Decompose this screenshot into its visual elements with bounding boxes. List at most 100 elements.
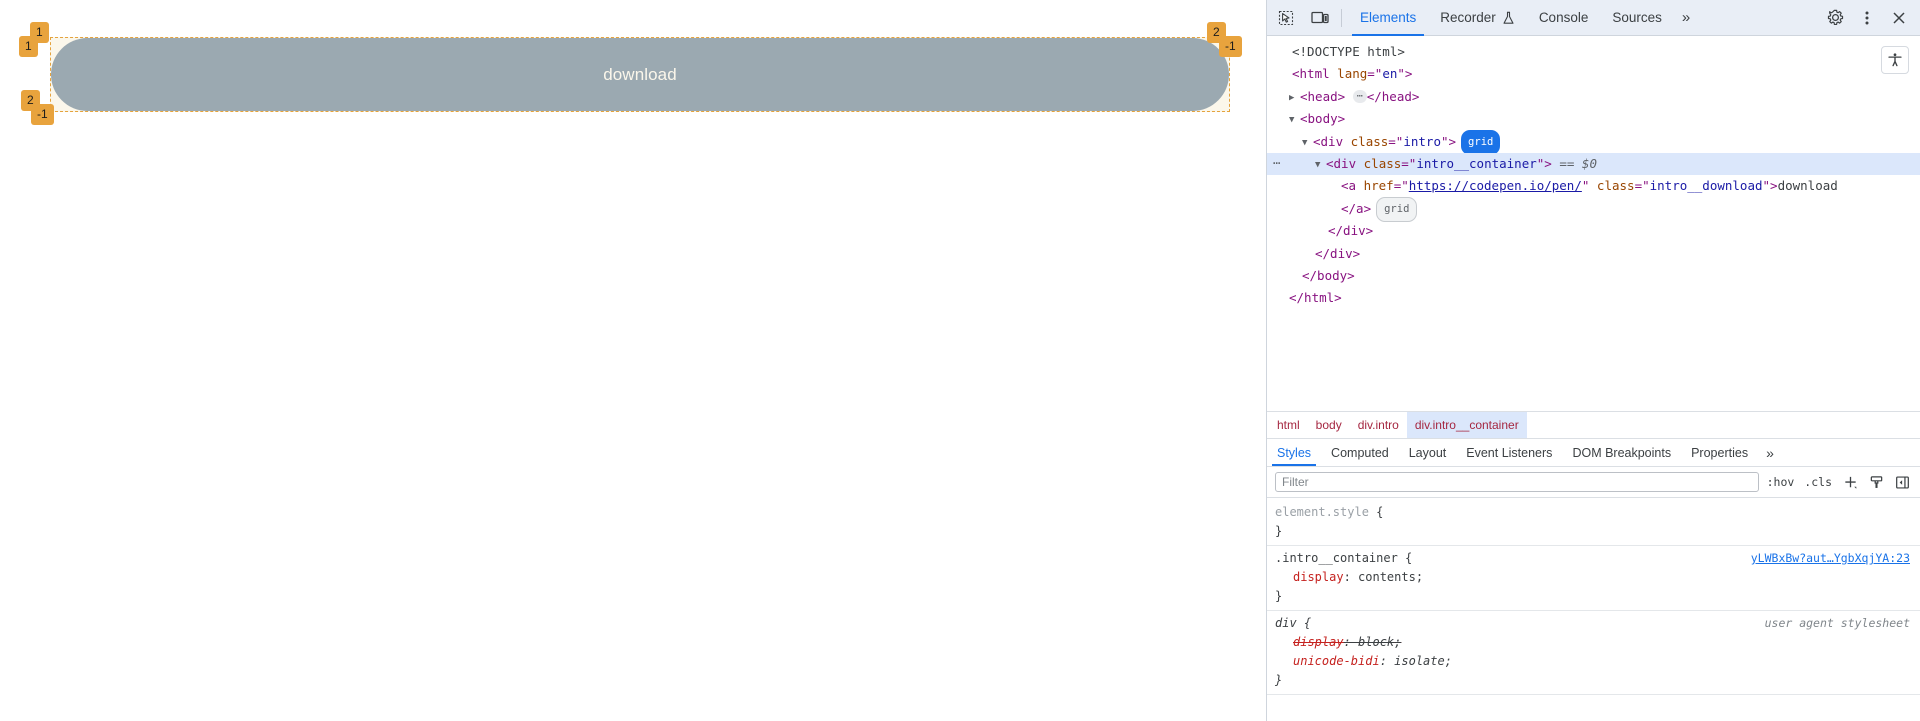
declaration-property: display: [1293, 635, 1344, 649]
breadcrumb-item-div-intro-container[interactable]: div.intro__container: [1406, 412, 1527, 438]
rule-selector[interactable]: .intro__container: [1275, 551, 1398, 565]
rule-close-brace: }: [1275, 673, 1283, 687]
dom-line-close-container[interactable]: </div>: [1267, 220, 1920, 242]
cls-toggle[interactable]: .cls: [1802, 475, 1834, 489]
dom-line-html[interactable]: <html lang="en">: [1267, 63, 1920, 85]
declaration[interactable]: display: contents;: [1275, 568, 1920, 587]
intro-class-value: intro: [1403, 133, 1441, 149]
close-div-tag: </div>: [1315, 245, 1361, 261]
body-tag-name: body: [1307, 111, 1338, 127]
grid-badge-active[interactable]: grid: [1461, 129, 1501, 155]
tab-event-listeners[interactable]: Event Listeners: [1456, 439, 1562, 466]
rule-close-brace: }: [1275, 589, 1283, 603]
expand-triangle-expanded-icon[interactable]: ▼: [1315, 154, 1326, 176]
grid-badge-inactive[interactable]: grid: [1376, 196, 1418, 223]
styles-filter-row: :hov .cls: [1267, 466, 1920, 497]
tab-layout[interactable]: Layout: [1399, 439, 1457, 466]
hov-toggle[interactable]: :hov: [1765, 475, 1797, 489]
grid-line-badge[interactable]: 1: [19, 36, 38, 57]
declaration-value: isolate: [1394, 654, 1445, 668]
devtools-window: download 1 1 2 -1 2 -1 Elements Recorder…: [0, 0, 1920, 721]
tab-properties[interactable]: Properties: [1681, 439, 1758, 466]
tab-styles[interactable]: Styles: [1267, 439, 1321, 466]
tab-dom-breakpoints[interactable]: DOM Breakpoints: [1562, 439, 1681, 466]
style-rule-div-ua[interactable]: user agent stylesheet div { display: blo…: [1267, 611, 1920, 695]
download-link[interactable]: download: [51, 38, 1229, 111]
intro-class-attr: class: [1350, 133, 1389, 149]
kebab-menu-icon[interactable]: [1852, 4, 1882, 32]
page-viewport: download 1 1 2 -1 2 -1: [0, 0, 1266, 721]
dom-line-close-html[interactable]: </html>: [1267, 287, 1920, 309]
dom-line-close-body[interactable]: </body>: [1267, 265, 1920, 287]
dom-line-head[interactable]: ▶ <head> ⋯ </head>: [1267, 86, 1920, 108]
close-icon[interactable]: [1884, 4, 1914, 32]
device-toolbar-icon[interactable]: [1305, 4, 1335, 32]
intro-grid-container: download: [50, 37, 1230, 112]
dom-tree[interactable]: <!DOCTYPE html> <html lang="en"> ▶ <head>…: [1267, 36, 1920, 411]
dom-line-menu-icon[interactable]: ⋯: [1273, 152, 1281, 174]
anchor-href-link[interactable]: https://codepen.io/pen/: [1409, 178, 1582, 193]
head-close-tag: </head>: [1366, 88, 1420, 104]
tab-elements[interactable]: Elements: [1348, 0, 1428, 36]
dom-line-div-intro-container[interactable]: ⋯ ▼ <div class="intro__container"> == $0: [1267, 152, 1920, 176]
tab-console[interactable]: Console: [1527, 0, 1601, 36]
declaration-value[interactable]: contents: [1358, 570, 1416, 584]
accessibility-icon[interactable]: [1881, 46, 1909, 74]
html-lang-value: en: [1382, 66, 1398, 82]
tab-elements-label: Elements: [1360, 10, 1417, 25]
rule-selector[interactable]: element.style: [1275, 505, 1369, 519]
dom-line-body[interactable]: ▼ <body>: [1267, 108, 1920, 130]
breadcrumb-item-div-intro[interactable]: div.intro: [1350, 412, 1407, 438]
expand-triangle-expanded-icon[interactable]: ▼: [1289, 109, 1300, 131]
breadcrumb-item-html[interactable]: html: [1267, 412, 1308, 438]
anchor-href-attr: href: [1363, 178, 1394, 194]
tab-recorder[interactable]: Recorder: [1428, 0, 1527, 36]
rule-source-link[interactable]: yLWBxBw?aut…YgbXqjYA:23: [1751, 549, 1910, 568]
toolbar-right-group: [1818, 4, 1920, 32]
container-class-attr: class: [1363, 155, 1402, 171]
more-tabs-chevron-icon[interactable]: »: [1674, 0, 1698, 36]
declaration-property[interactable]: display: [1293, 570, 1344, 584]
style-rule-element-style[interactable]: element.style { }: [1267, 500, 1920, 546]
inspect-cursor-icon[interactable]: [1271, 4, 1301, 32]
more-sidebar-tabs-chevron-icon[interactable]: »: [1758, 439, 1782, 466]
plus-icon[interactable]: [1840, 472, 1860, 492]
rule-origin-label: user agent stylesheet: [1764, 616, 1910, 630]
anchor-tag-name: a: [1348, 178, 1357, 194]
dom-line-close-intro[interactable]: </div>: [1267, 243, 1920, 265]
devtools-toolbar: Elements Recorder Console Sources »: [1267, 0, 1920, 36]
declaration[interactable]: unicode-bidi: isolate;: [1275, 652, 1920, 671]
grid-line-badge[interactable]: -1: [31, 104, 54, 125]
collapsed-children-icon[interactable]: ⋯: [1352, 89, 1367, 103]
tab-computed[interactable]: Computed: [1321, 439, 1399, 466]
html-tag-name: html: [1299, 66, 1330, 82]
close-body-tag: </body>: [1302, 267, 1355, 283]
doctype-text: <!DOCTYPE html>: [1292, 44, 1405, 59]
gear-icon[interactable]: [1820, 4, 1850, 32]
breadcrumb-item-body[interactable]: body: [1308, 412, 1350, 438]
panel-toggle-icon[interactable]: [1892, 472, 1912, 492]
styles-rules-pane[interactable]: element.style { } yLWBxBw?aut…YgbXqjYA:2…: [1267, 497, 1920, 721]
container-class-value: intro__container: [1416, 155, 1537, 171]
dom-line-anchor[interactable]: <a href="https://codepen.io/pen/" class=…: [1267, 175, 1920, 197]
flask-icon: [1502, 11, 1515, 25]
declaration-overridden[interactable]: display: block;: [1275, 633, 1920, 652]
container-tag-name: div: [1333, 155, 1357, 171]
expand-triangle-collapsed-icon[interactable]: ▶: [1289, 87, 1300, 109]
declaration-value: block: [1358, 635, 1395, 649]
filter-input[interactable]: [1275, 472, 1759, 492]
paintbrush-icon[interactable]: [1866, 472, 1886, 492]
grid-line-badge[interactable]: -1: [1219, 36, 1242, 57]
dom-line-doctype[interactable]: <!DOCTYPE html>: [1267, 41, 1920, 63]
expand-triangle-expanded-icon[interactable]: ▼: [1302, 132, 1313, 154]
style-rule-intro-container[interactable]: yLWBxBw?aut…YgbXqjYA:23 .intro__containe…: [1267, 546, 1920, 611]
anchor-class-value: intro__download: [1649, 178, 1763, 194]
dom-line-div-intro[interactable]: ▼ <div class="intro"> grid: [1267, 129, 1920, 155]
devtools-panel: Elements Recorder Console Sources » <!DO…: [1266, 0, 1920, 721]
tab-sources[interactable]: Sources: [1600, 0, 1674, 36]
styles-sidebar-tab-strip: Styles Computed Layout Event Listeners D…: [1267, 438, 1920, 466]
anchor-href-value[interactable]: https://codepen.io/pen/: [1409, 178, 1582, 193]
anchor-close-tag: </a>: [1341, 200, 1372, 216]
dom-line-anchor-close[interactable]: </a> grid: [1267, 196, 1920, 223]
close-div-tag: </div>: [1328, 223, 1374, 239]
